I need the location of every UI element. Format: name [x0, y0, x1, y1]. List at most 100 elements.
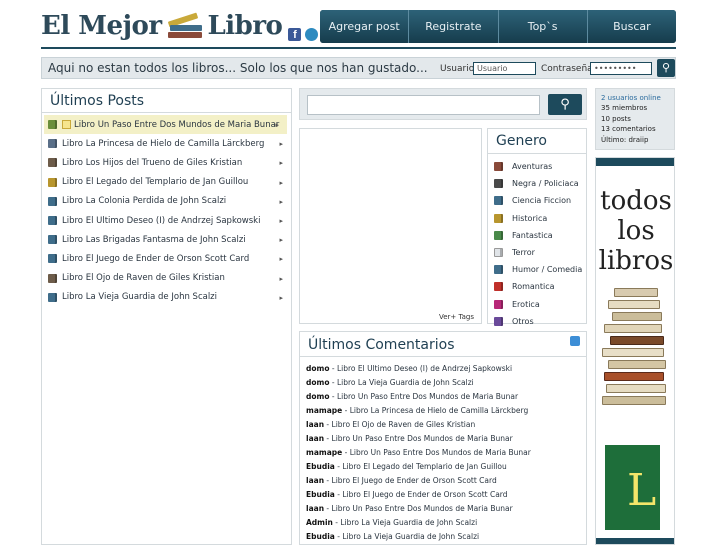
post-title: Libro El Ultimo Deseo (I) de Andrzej Sap… — [62, 215, 261, 226]
comment-post: - Libro El Juego de Ender de Orson Scott… — [324, 476, 497, 485]
comment-item[interactable]: Admin - Libro La Vieja Guardia de John S… — [300, 516, 586, 530]
facebook-icon[interactable]: f — [288, 28, 302, 41]
nav-tops[interactable]: Top`s — [498, 10, 588, 43]
genre-item[interactable]: Terror — [488, 244, 586, 261]
online-users-link[interactable]: 2 usuarios online — [601, 93, 669, 103]
comments-count: 13 comentarios — [601, 125, 656, 134]
comment-item[interactable]: Ebudia - Libro El Legado del Templario d… — [300, 460, 586, 474]
nav-agregar-post[interactable]: Agregar post — [320, 10, 410, 43]
post-title: Libro El Legado del Templario de Jan Gui… — [62, 177, 249, 188]
chevron-right-icon: ▸ — [275, 121, 279, 129]
comment-user[interactable]: mamape — [306, 406, 342, 415]
genre-item[interactable]: Ciencia Ficcion — [488, 192, 586, 209]
latest-posts-title: Últimos Posts — [42, 89, 291, 113]
comment-user[interactable]: laan — [306, 420, 324, 429]
genre-item[interactable]: Aventuras — [488, 158, 586, 175]
book-icon — [494, 179, 503, 189]
password-input[interactable] — [590, 62, 652, 75]
twitter-icon[interactable] — [305, 28, 319, 41]
post-item[interactable]: Libro La Princesa de Hielo de Camilla Lä… — [42, 134, 291, 153]
post-item[interactable]: Libro El Legado del Templario de Jan Gui… — [42, 173, 291, 192]
latest-comments-panel: Últimos Comentarios domo - Libro El Ulti… — [299, 331, 587, 545]
genre-item[interactable]: Humor / Comedia — [488, 261, 586, 278]
post-title: Libro La Princesa de Hielo de Camilla Lä… — [62, 138, 265, 149]
comment-item[interactable]: mamape - Libro La Princesa de Hielo de C… — [300, 404, 586, 418]
post-title: Libro El Juego de Ender de Orson Scott C… — [62, 253, 250, 264]
post-item[interactable]: Libro La Vieja Guardia de John Scalzi ▸ — [42, 288, 291, 307]
genre-item[interactable]: Romantica — [488, 278, 586, 295]
comment-item[interactable]: laan - Libro El Juego de Ender de Orson … — [300, 474, 586, 488]
genre-item[interactable]: Erotica — [488, 296, 586, 313]
comment-post: - Libro La Vieja Guardia de John Scalzi — [329, 378, 474, 387]
comment-item[interactable]: domo - Libro El Ultimo Deseo (I) de Andr… — [300, 362, 586, 376]
comment-user[interactable]: domo — [306, 392, 330, 401]
comment-item[interactable]: Ebudia - Libro El Juego de Ender de Orso… — [300, 488, 586, 502]
book-icon — [48, 139, 57, 149]
comment-item[interactable]: Ebudia - Libro La Vieja Guardia de John … — [300, 530, 586, 544]
comment-user[interactable]: laan — [306, 434, 324, 443]
book-stack-image — [600, 278, 670, 418]
comment-user[interactable]: Ebudia — [306, 490, 335, 499]
post-item[interactable]: Libro El Ojo de Raven de Giles Kristian ▸ — [42, 269, 291, 288]
post-item[interactable]: Libro La Colonia Perdida de John Scalzi ▸ — [42, 192, 291, 211]
genre-label: Fantastica — [512, 230, 553, 240]
comment-user[interactable]: Ebudia — [306, 462, 335, 471]
ad-banner[interactable]: todos los libros L — [595, 157, 675, 545]
post-item[interactable]: Libro Un Paso Entre Dos Mundos de Maria … — [44, 115, 287, 135]
comment-post: - Libro Un Paso Entre Dos Mundos de Mari… — [329, 392, 519, 401]
book-icon — [494, 248, 503, 258]
post-title: Libro Los Hijos del Trueno de Giles Kris… — [62, 157, 243, 168]
genre-item[interactable]: Negra / Policiaca — [488, 175, 586, 192]
comment-item[interactable]: laan - Libro Un Paso Entre Dos Mundos de… — [300, 502, 586, 516]
chevron-right-icon: ▸ — [279, 236, 283, 245]
comment-item[interactable]: domo - Libro Un Paso Entre Dos Mundos de… — [300, 390, 586, 404]
rss-icon[interactable] — [570, 336, 580, 346]
site-stats: 2 usuarios online 35 miembros 10 posts 1… — [595, 88, 675, 150]
comment-user[interactable]: mamape — [306, 448, 342, 457]
chevron-right-icon: ▸ — [279, 197, 283, 206]
comment-post: - Libro La Princesa de Hielo de Camilla … — [342, 406, 529, 415]
logo-text-left: El Mejor — [41, 11, 162, 41]
post-item[interactable]: Libro El Ultimo Deseo (I) de Andrzej Sap… — [42, 211, 291, 230]
site-logo[interactable]: El Mejor Libro f — [41, 8, 319, 44]
more-tags-link[interactable]: Ver+ Tags — [439, 313, 474, 321]
book-icon — [494, 265, 503, 275]
ad-line-3: libros — [598, 246, 674, 276]
comment-user[interactable]: Ebudia — [306, 532, 335, 541]
ad-headline: todos los libros — [596, 186, 674, 276]
book-icon — [494, 162, 503, 172]
username-input[interactable] — [473, 62, 536, 75]
post-item[interactable]: Libro Los Hijos del Trueno de Giles Kris… — [42, 153, 291, 172]
main-nav: Agregar post Registrate Top`s Buscar — [320, 10, 676, 43]
genre-label: Aventuras — [512, 162, 553, 172]
genre-label: Terror — [512, 248, 535, 258]
book-icon — [494, 299, 503, 309]
comment-item[interactable]: laan - Libro Un Paso Entre Dos Mundos de… — [300, 432, 586, 446]
comment-post: - Libro Un Paso Entre Dos Mundos de Mari… — [342, 448, 531, 457]
comment-user[interactable]: Admin — [306, 518, 333, 527]
last-member: Último: draiip — [601, 135, 649, 144]
comment-item[interactable]: laan - Libro El Ojo de Raven de Giles Kr… — [300, 418, 586, 432]
search-button[interactable]: ⚲ — [548, 94, 582, 115]
login-button[interactable]: ⚲ — [657, 59, 675, 77]
logo-books-icon — [166, 12, 204, 39]
comment-user[interactable]: laan — [306, 504, 324, 513]
genre-item[interactable]: Otros — [488, 313, 586, 330]
ad-line-2: los — [617, 216, 655, 246]
nav-registrate[interactable]: Registrate — [409, 10, 499, 43]
genre-item[interactable]: Fantastica — [488, 227, 586, 244]
comment-user[interactable]: domo — [306, 364, 330, 373]
comment-item[interactable]: mamape - Libro Un Paso Entre Dos Mundos … — [300, 446, 586, 460]
tag-cloud-panel: Ver+ Tags — [299, 128, 482, 324]
genre-item[interactable]: Historica — [488, 210, 586, 227]
comment-user[interactable]: domo — [306, 378, 330, 387]
logo-text-right: Libro — [207, 11, 283, 41]
nav-buscar[interactable]: Buscar — [587, 10, 676, 43]
book-icon — [48, 158, 57, 168]
user-label: Usuario — [440, 64, 475, 74]
search-input[interactable] — [307, 95, 540, 115]
post-item[interactable]: Libro Las Brigadas Fantasma de John Scal… — [42, 230, 291, 249]
post-item[interactable]: Libro El Juego de Ender de Orson Scott C… — [42, 249, 291, 268]
comment-user[interactable]: laan — [306, 476, 324, 485]
comment-item[interactable]: domo - Libro La Vieja Guardia de John Sc… — [300, 376, 586, 390]
